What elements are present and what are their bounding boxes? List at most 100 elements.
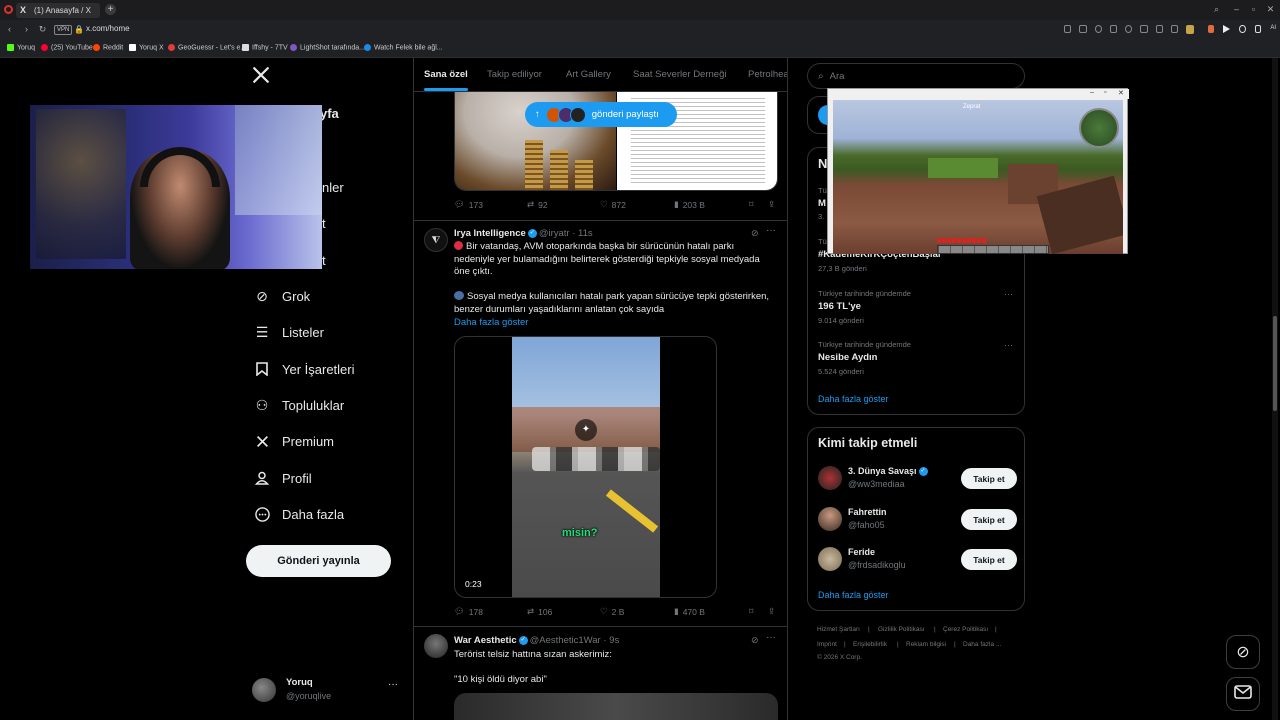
account-switcher[interactable]: Yoruq @yoruqlive ··· bbox=[252, 675, 402, 707]
footer-link[interactable]: Daha fazla ... bbox=[963, 641, 1001, 648]
more-dots-icon[interactable]: ··· bbox=[388, 679, 398, 690]
x-logo-icon[interactable] bbox=[252, 66, 274, 88]
repost-button[interactable]: ⇄ 92 bbox=[527, 199, 548, 210]
tab-petrolhead[interactable]: Petrolhea bbox=[748, 69, 787, 80]
scrollbar-thumb[interactable] bbox=[1273, 316, 1277, 411]
bookmark-item[interactable]: (25) YouTube bbox=[41, 44, 93, 51]
sidebar-item-bookmarks[interactable]: Yer İşaretleri bbox=[254, 354, 355, 384]
reload-icon[interactable]: ↻ bbox=[38, 25, 47, 34]
back-icon[interactable]: ‹ bbox=[5, 25, 14, 34]
bookmark-item[interactable]: LightShot tarafında... bbox=[290, 44, 365, 51]
sidebar-item-grok[interactable]: ⊘ Grok bbox=[254, 281, 310, 311]
follow-button[interactable]: Takip et bbox=[961, 509, 1017, 530]
search-tabs-icon[interactable]: ⌕ bbox=[1212, 5, 1221, 14]
follow-name[interactable]: Feride bbox=[848, 547, 875, 557]
bookmark-item[interactable]: Yoruq bbox=[7, 44, 35, 51]
avatar[interactable]: ⧨ bbox=[424, 228, 448, 252]
show-more-follow[interactable]: Daha fazla göster bbox=[818, 590, 889, 600]
trend-title[interactable]: M bbox=[818, 198, 826, 209]
minimize-icon[interactable]: – bbox=[1232, 5, 1241, 14]
sidebar-item-lists[interactable]: ☰ Listeler bbox=[254, 317, 324, 347]
share-button[interactable]: ⇪ bbox=[768, 606, 775, 617]
grok-video-icon[interactable]: ✦ bbox=[575, 419, 597, 441]
forward-icon[interactable]: › bbox=[22, 25, 31, 34]
bookmark-button[interactable]: ⌑ bbox=[749, 199, 753, 210]
like-button[interactable]: ♡ 2 B bbox=[600, 606, 624, 617]
minimize-icon[interactable]: – bbox=[1090, 89, 1094, 96]
footer-link[interactable]: Imprint bbox=[817, 641, 837, 648]
new-posts-pill[interactable]: ↑ gönderi paylaştı bbox=[525, 102, 677, 127]
follow-name[interactable]: Fahrettin bbox=[848, 507, 887, 517]
bookmark-item[interactable]: GeoGuessr - Let's e... bbox=[168, 44, 246, 51]
bookmark-item[interactable]: Reddit bbox=[93, 44, 123, 51]
extension-icons-right[interactable]: AI bbox=[1208, 25, 1278, 35]
opera-logo-icon[interactable] bbox=[4, 5, 13, 14]
tab-for-you[interactable]: Sana özel bbox=[424, 69, 468, 80]
sidebar-home-partial[interactable]: yfa bbox=[320, 106, 339, 121]
avatar[interactable] bbox=[818, 547, 842, 571]
grok-floating-button[interactable]: ⊘ bbox=[1226, 635, 1260, 669]
follow-name[interactable]: 3. Dünya Savaşı ✓ bbox=[848, 466, 930, 477]
minecraft-viewport[interactable]: Zeprat bbox=[833, 100, 1123, 254]
tab-art-gallery[interactable]: Art Gallery bbox=[566, 69, 611, 80]
footer-link[interactable]: Gizlilik Politikası bbox=[878, 626, 925, 633]
avatar[interactable] bbox=[818, 507, 842, 531]
tab-following[interactable]: Takip ediliyor bbox=[487, 69, 542, 80]
sidebar-item-partial[interactable]: t bbox=[322, 216, 326, 231]
trend-title[interactable]: Nesibe Aydın bbox=[818, 352, 877, 363]
messages-floating-button[interactable] bbox=[1226, 677, 1260, 711]
avatar[interactable] bbox=[818, 466, 842, 490]
bookmark-item[interactable]: Yoruq X bbox=[129, 44, 164, 51]
sidebar-item-premium[interactable]: Premium bbox=[254, 426, 334, 456]
tweet-video[interactable]: misin? ✦ 0:23 bbox=[454, 336, 717, 598]
maximize-icon[interactable]: ▫ bbox=[1249, 5, 1258, 14]
grok-icon[interactable]: ⊘ bbox=[751, 228, 759, 239]
views-button[interactable]: ▮ 470 B bbox=[674, 606, 705, 617]
more-dots-icon[interactable]: ··· bbox=[766, 632, 776, 643]
bookmark-button[interactable]: ⌑ bbox=[749, 606, 753, 617]
tweet-author[interactable]: War Aesthetic ✓ @Aesthetic1War · 9s bbox=[454, 635, 619, 646]
more-dots-icon[interactable]: ··· bbox=[766, 225, 776, 236]
footer-link[interactable]: Reklam bilgisi bbox=[906, 641, 946, 648]
maximize-icon[interactable]: ▫ bbox=[1104, 89, 1106, 96]
footer-link[interactable]: Hizmet Şartları bbox=[817, 626, 860, 633]
footer-link[interactable]: Erişilebilirlik bbox=[853, 641, 887, 648]
post-button[interactable]: Gönderi yayınla bbox=[246, 545, 391, 577]
minecraft-window[interactable]: – ▫ ✕ Zeprat bbox=[827, 88, 1129, 254]
grok-icon[interactable]: ⊘ bbox=[751, 635, 759, 646]
extension-icons[interactable] bbox=[1064, 25, 1195, 35]
bookmark-item[interactable]: Watch Felek bile ağl... bbox=[364, 44, 443, 51]
search-input[interactable]: ⌕ Ara bbox=[807, 63, 1025, 89]
sidebar-item-profile[interactable]: Profil bbox=[254, 463, 312, 493]
reply-button[interactable]: 💬︎ 178 bbox=[454, 606, 483, 617]
tweet-media[interactable] bbox=[454, 693, 778, 720]
trend-title[interactable]: 196 TL'ye bbox=[818, 301, 861, 312]
scrollbar[interactable] bbox=[1272, 58, 1278, 720]
sidebar-item-partial[interactable]: t bbox=[322, 253, 326, 268]
sidebar-item-communities[interactable]: ⚇ Topluluklar bbox=[254, 390, 344, 420]
like-button[interactable]: ♡ 872 bbox=[600, 199, 626, 210]
sidebar-item-partial[interactable]: nler bbox=[322, 180, 344, 195]
more-dots-icon[interactable]: ··· bbox=[1004, 289, 1013, 299]
show-more-link[interactable]: Daha fazla göster bbox=[454, 317, 528, 328]
avatar[interactable] bbox=[424, 634, 448, 658]
views-button[interactable]: ▮ 203 B bbox=[674, 199, 705, 210]
browser-tab[interactable]: X (1) Anasayfa / X bbox=[16, 3, 100, 18]
sidebar-item-more[interactable]: Daha fazla bbox=[254, 499, 344, 529]
close-icon[interactable]: ✕ bbox=[1118, 89, 1124, 97]
url-field[interactable]: x.com/home bbox=[86, 24, 130, 33]
new-tab-button[interactable]: + bbox=[105, 4, 116, 15]
more-dots-icon[interactable]: ··· bbox=[1004, 340, 1013, 350]
tab-watch-lovers[interactable]: Saat Severler Derneği bbox=[633, 69, 726, 80]
follow-button[interactable]: Takip et bbox=[961, 468, 1017, 489]
share-button[interactable]: ⇪ bbox=[768, 199, 775, 210]
bookmark-item[interactable]: Iffshy - 7TV bbox=[242, 44, 288, 51]
footer-link[interactable]: Çerez Politikası bbox=[943, 626, 988, 633]
repost-button[interactable]: ⇄ 106 bbox=[527, 606, 552, 617]
close-window-icon[interactable]: ✕ bbox=[1266, 5, 1275, 14]
show-more-trends[interactable]: Daha fazla göster bbox=[818, 394, 889, 404]
follow-button[interactable]: Takip et bbox=[961, 549, 1017, 570]
reply-button[interactable]: 💬︎ 173 bbox=[454, 199, 483, 210]
vpn-badge[interactable]: VPN bbox=[54, 25, 73, 35]
tweet-author[interactable]: Irya Intelligence ✓ @iryatr · 11s bbox=[454, 228, 593, 239]
